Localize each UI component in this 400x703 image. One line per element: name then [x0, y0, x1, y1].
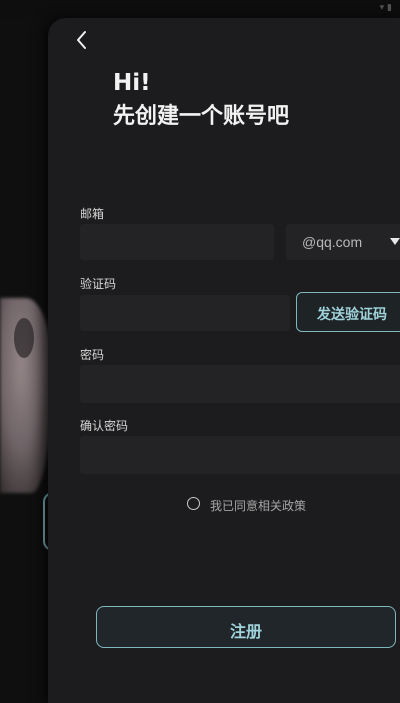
chevron-left-icon [77, 31, 86, 49]
status-bar: ▾ ▮ [0, 0, 400, 18]
greeting-subtitle: 先创建一个账号吧 [113, 104, 290, 129]
password-label: 密码 [80, 348, 105, 362]
greeting-hi: Hi! [113, 70, 151, 96]
email-field[interactable] [80, 224, 274, 260]
email-domain-select[interactable]: @qq.com [286, 224, 400, 260]
send-code-button[interactable]: 发送验证码 [296, 292, 400, 332]
agreement-text: 我已同意相关政策 [210, 499, 307, 513]
code-field-wrap [80, 295, 290, 331]
status-icons: ▾ ▮ [379, 3, 392, 13]
caret-down-icon [390, 238, 400, 245]
background-illustration-shadow [14, 318, 34, 358]
back-button[interactable] [70, 28, 94, 52]
radio-unchecked-icon[interactable] [187, 497, 200, 510]
email-domain-value: @qq.com [302, 234, 363, 250]
password-field-wrap [80, 365, 400, 403]
confirm-password-label: 确认密码 [80, 419, 129, 433]
page-title: Hi! 先创建一个账号吧 [113, 68, 289, 134]
password-field[interactable] [80, 365, 400, 403]
email-field-wrap [80, 224, 274, 260]
register-button[interactable]: 注册 [96, 606, 396, 648]
code-field[interactable] [80, 295, 290, 331]
email-label: 邮箱 [80, 207, 105, 221]
register-screen: ▾ ▮ Hi! 先创建一个账号吧 邮箱 @qq.com 验证码 发送验证码 密码… [0, 0, 400, 703]
register-label: 注册 [229, 622, 262, 641]
code-label: 验证码 [80, 277, 117, 291]
send-code-label: 发送验证码 [317, 307, 387, 323]
confirm-password-field[interactable] [80, 436, 400, 474]
confirm-password-field-wrap [80, 436, 400, 474]
